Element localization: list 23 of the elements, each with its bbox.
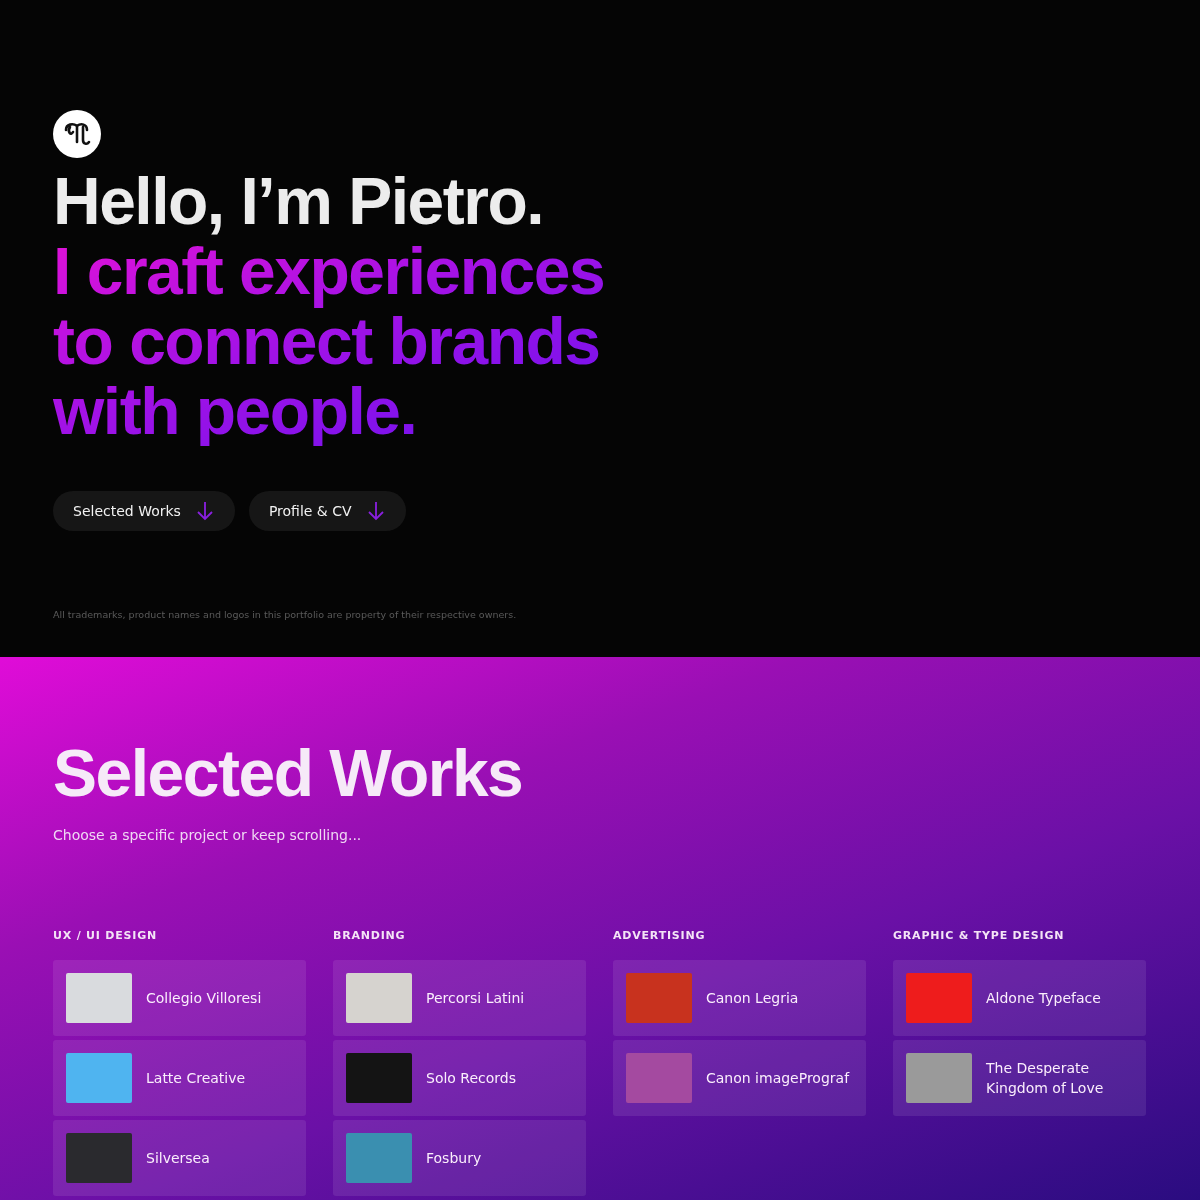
project-card[interactable]: Latte Creative xyxy=(53,1040,306,1116)
category-heading: ADVERTISING xyxy=(613,929,707,942)
project-card[interactable]: Percorsi Latini xyxy=(333,960,586,1036)
project-card[interactable]: Canon Legria xyxy=(613,960,866,1036)
project-card[interactable]: Collegio Villoresi xyxy=(53,960,306,1036)
category-heading: GRAPHIC & TYPE DESIGN xyxy=(893,929,1066,942)
project-card[interactable]: The Desperate Kingdom of Love xyxy=(893,1040,1146,1116)
scroll-button[interactable]: Profile & CV xyxy=(248,491,406,531)
greeting-heading: Hello, I’m Pietro. xyxy=(53,166,544,236)
project-card[interactable]: Canon imagePrograf xyxy=(613,1040,866,1116)
project-card[interactable]: Aldone Typeface xyxy=(893,960,1146,1036)
scroll-button[interactable]: Selected Works xyxy=(53,491,235,531)
arrow-down-icon xyxy=(365,501,386,521)
disclaimer-text: All trademarks, product names and logos in this portfolio are property of their respective owners. xyxy=(53,609,517,620)
category-heading: UX / UI DESIGN xyxy=(53,929,159,942)
project-card[interactable]: Silversea xyxy=(53,1120,306,1196)
section-subtitle: Choose a specific project or keep scrolling... xyxy=(53,827,363,843)
logo-icon[interactable] xyxy=(53,110,101,158)
category-heading: BRANDING xyxy=(333,929,407,942)
section-heading: Selected Works xyxy=(53,735,524,811)
project-card[interactable]: Solo Records xyxy=(333,1040,586,1116)
project-card[interactable]: Fosbury xyxy=(333,1120,586,1196)
arrow-down-icon xyxy=(194,501,215,521)
